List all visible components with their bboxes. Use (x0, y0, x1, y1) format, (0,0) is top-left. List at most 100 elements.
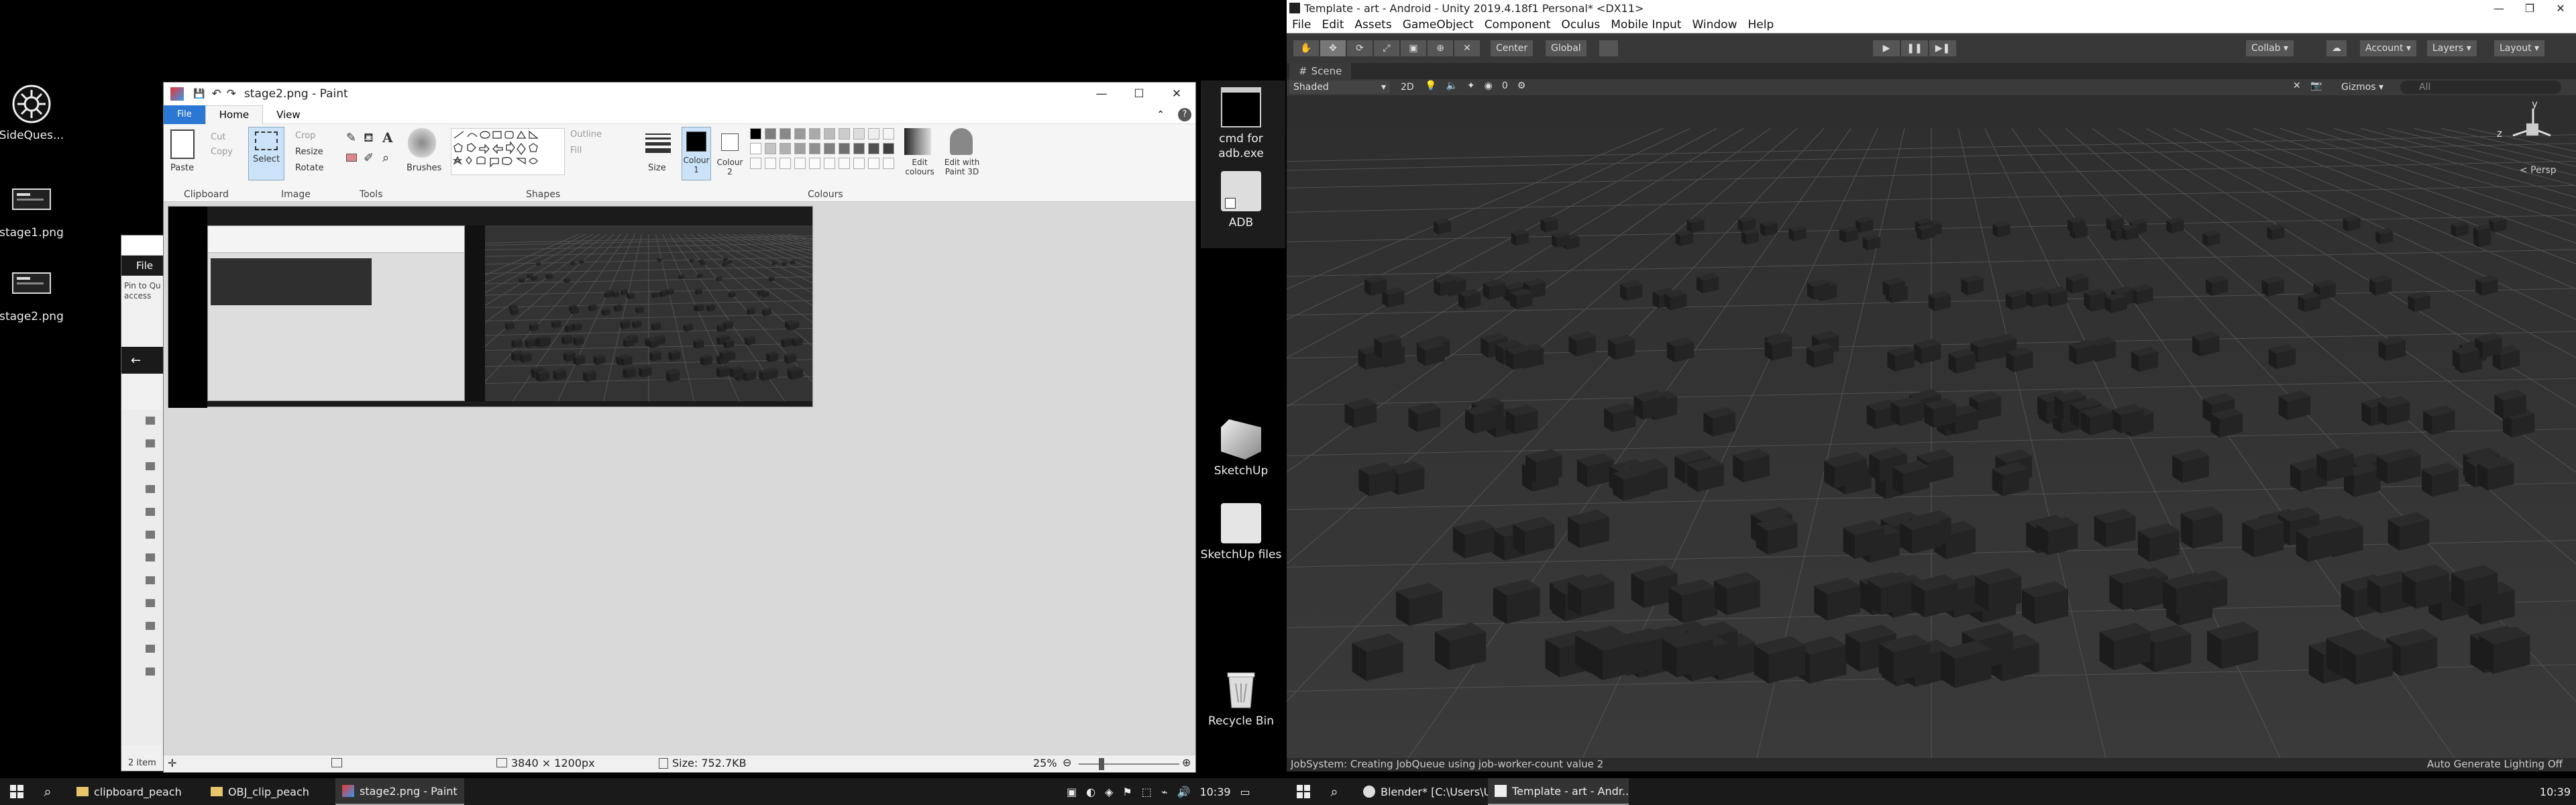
scene-block[interactable] (706, 303, 715, 312)
rotate-button[interactable]: Rotate (295, 163, 324, 173)
menu-help[interactable]: Help (1748, 18, 1774, 32)
scene-block[interactable] (638, 365, 652, 378)
scene-block[interactable] (790, 260, 796, 264)
taskbar-item-clipboard-peach[interactable]: clipboard_peach (70, 778, 189, 805)
rotate-tool-icon[interactable]: ⟳ (1347, 40, 1373, 56)
text-tool-icon[interactable]: A (382, 129, 393, 146)
edit-colours-button[interactable]: Edit colours (902, 158, 938, 176)
menu-edit[interactable]: Edit (1322, 18, 1344, 32)
layers-dropdown[interactable]: Layers ▾ (2427, 40, 2477, 56)
edit-with-paint3d-button[interactable]: Edit with Paint 3D (941, 158, 983, 176)
scene-block[interactable] (678, 274, 685, 280)
scene-block[interactable] (1607, 334, 1635, 360)
close-icon[interactable]: ✕ (2545, 2, 2576, 15)
palette-swatch[interactable] (853, 143, 865, 154)
desktop-icon-stage2[interactable]: stage2.png (0, 265, 75, 324)
scene-block[interactable] (660, 289, 668, 297)
desktop-icon-recycle-bin[interactable]: Recycle Bin (1197, 669, 1285, 729)
scene-block[interactable] (1568, 509, 1609, 549)
scene-block[interactable] (649, 350, 662, 362)
scene-block[interactable] (667, 288, 674, 295)
scene-block[interactable] (1862, 234, 1880, 251)
scene-block[interactable] (602, 308, 610, 316)
palette-swatch[interactable] (839, 143, 850, 154)
scene-block[interactable] (781, 337, 792, 347)
scene-block[interactable] (1948, 348, 1976, 374)
colour-palette[interactable] (750, 128, 898, 175)
taskbar-item-obj-clip-peach[interactable]: OBJ_clip_peach (204, 778, 316, 805)
scene-block[interactable] (2423, 405, 2455, 435)
pivot-center-button[interactable]: Center (1491, 40, 1534, 56)
step-icon[interactable]: ▶❚ (1929, 40, 1956, 56)
nav-item-icon[interactable] (146, 485, 155, 493)
eraser-icon[interactable] (346, 154, 357, 162)
menu-gameobject[interactable]: GameObject (1403, 18, 1474, 32)
scene-block[interactable] (657, 258, 662, 262)
palette-swatch-empty[interactable] (809, 158, 820, 169)
nav-item-icon[interactable] (146, 576, 155, 584)
scene-block[interactable] (1788, 225, 1807, 241)
custom-tool-icon[interactable]: ✕ (1454, 40, 1480, 56)
camera-icon[interactable]: 0 (1502, 80, 1508, 91)
clock-right[interactable]: 10:39 (2540, 778, 2571, 805)
undo-icon[interactable]: ↶ (211, 87, 221, 101)
palette-swatch[interactable] (883, 128, 894, 140)
scene-block[interactable] (2343, 215, 2361, 232)
scene-block[interactable] (588, 303, 597, 312)
select-button[interactable]: Select (248, 127, 284, 180)
palette-swatch[interactable] (794, 143, 806, 154)
desktop-icon-cmd-adb[interactable]: cmd for adb.exe (1197, 87, 1285, 161)
tray-app-icon[interactable]: ⬚ (1142, 786, 1152, 798)
scene-block[interactable] (2475, 275, 2498, 297)
scene-block[interactable] (2387, 512, 2430, 551)
palette-swatch[interactable] (765, 128, 776, 140)
search-icon[interactable]: ⌕ (1323, 778, 1346, 805)
scene-block[interactable] (759, 368, 773, 381)
tray-app-icon[interactable]: ◐ (1086, 786, 1095, 798)
scene-block[interactable] (2065, 273, 2089, 294)
scene-block[interactable] (2298, 291, 2320, 313)
scene-block[interactable] (697, 272, 704, 278)
maximize-icon[interactable]: ☐ (1120, 87, 1158, 101)
shapes-gallery[interactable] (451, 128, 565, 175)
scene-block[interactable] (744, 335, 755, 346)
scene-block[interactable] (1511, 229, 1529, 246)
paint-window[interactable]: 💾 ↶ ↷ stage2.png - Paint — ☐ ✕ File Home… (163, 82, 1556, 773)
scene-block[interactable] (668, 350, 681, 362)
effects-toggle-icon[interactable]: ✦ (1467, 80, 1475, 91)
scene-block[interactable] (529, 323, 539, 332)
shape-fill-button[interactable]: Fill (570, 146, 582, 156)
scene-block[interactable] (716, 276, 722, 282)
pencil-icon[interactable]: ✎ (346, 131, 356, 145)
palette-swatch-empty[interactable] (765, 158, 776, 169)
menu-mobile-input[interactable]: Mobile Input (1611, 18, 1681, 32)
scene-block[interactable] (2206, 275, 2229, 297)
scene-block[interactable] (772, 260, 777, 266)
palette-swatch[interactable] (780, 128, 791, 140)
nav-item-icon[interactable] (146, 531, 155, 539)
palette-swatch-empty[interactable] (794, 158, 806, 169)
scene-block[interactable] (1483, 278, 1505, 300)
shape-outline-button[interactable]: Outline (570, 129, 602, 140)
nav-item-icon[interactable] (146, 622, 155, 630)
scene-block[interactable] (1352, 633, 1403, 682)
move-tool-icon[interactable]: ✥ (1320, 40, 1346, 56)
scene-block[interactable] (1760, 219, 1778, 236)
palette-swatch[interactable] (809, 143, 820, 154)
scene-block[interactable] (2131, 284, 2153, 305)
scene-block[interactable] (1686, 217, 1705, 233)
palette-swatch[interactable] (794, 128, 806, 140)
scene-block[interactable] (583, 369, 596, 382)
notifications-icon[interactable]: ▭ (1240, 786, 1250, 798)
size-button[interactable]: Size (648, 163, 666, 173)
desktop-icon-stage1[interactable]: stage1.png (0, 181, 75, 240)
palette-swatch[interactable] (868, 128, 879, 140)
scene-block[interactable] (2267, 224, 2285, 241)
palette-swatch-empty[interactable] (853, 158, 865, 169)
desktop-icon-adb[interactable]: ADB (1197, 171, 1285, 230)
scene-block[interactable] (1568, 331, 1596, 357)
palette-swatch[interactable] (750, 128, 761, 140)
2d-toggle[interactable]: 2D (1397, 80, 1418, 94)
zoom-slider[interactable] (1079, 758, 1179, 770)
scene-block[interactable] (519, 277, 525, 283)
